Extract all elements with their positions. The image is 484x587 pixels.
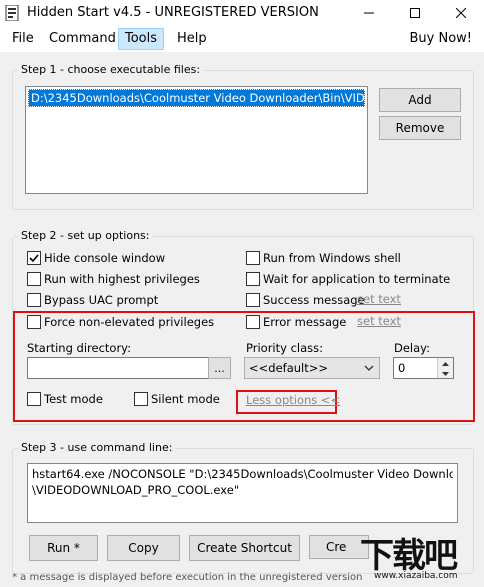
error-msg-checkbox[interactable]: [246, 315, 260, 329]
wait-app-option[interactable]: Wait for application to terminate: [246, 272, 450, 286]
command-line-text-1: hstart64.exe /NOCONSOLE "D:\2345Download…: [32, 467, 453, 481]
error-msg-label: Error message: [263, 315, 347, 329]
starting-dir-label: Starting directory:: [27, 341, 132, 355]
file-list[interactable]: D:\2345Downloads\Coolmuster Video Downlo…: [25, 86, 368, 194]
success-msg-option[interactable]: Success message: [246, 293, 365, 307]
remove-button[interactable]: Remove: [379, 116, 461, 140]
copy-button[interactable]: Copy: [107, 535, 180, 561]
success-set-text-link[interactable]: set text: [357, 292, 401, 306]
priority-value: <<default>>: [249, 361, 329, 375]
minimize-button[interactable]: [346, 0, 392, 26]
watermark-text: 下载吧: [360, 536, 458, 576]
footer-note: * a message is displayed before executio…: [12, 572, 363, 583]
less-options-link[interactable]: Less options <<: [246, 393, 340, 407]
delay-spinner[interactable]: 0: [393, 357, 454, 379]
menu-tools[interactable]: Tools: [118, 28, 165, 50]
silent-mode-checkbox[interactable]: [134, 392, 148, 406]
maximize-icon: [410, 8, 420, 18]
close-button[interactable]: [438, 0, 484, 26]
title-bar: Hidden Start v4.5 - UNREGISTERED VERSION: [0, 0, 484, 26]
highest-priv-checkbox[interactable]: [27, 272, 41, 286]
delay-value: 0: [398, 361, 406, 375]
minimize-icon: [364, 12, 374, 14]
starting-dir-input[interactable]: [27, 357, 209, 379]
hide-console-checkbox[interactable]: [27, 251, 41, 265]
bypass-uac-label: Bypass UAC prompt: [44, 293, 159, 307]
maximize-button[interactable]: [392, 0, 438, 26]
buy-now-link[interactable]: Buy Now!: [409, 29, 472, 49]
spin-down-button[interactable]: [437, 368, 453, 378]
step3-label: Step 3 - use command line:: [18, 441, 176, 454]
force-nonelev-option[interactable]: Force non-elevated privileges: [27, 315, 214, 329]
app-icon: [5, 5, 19, 21]
run-button[interactable]: Run *: [29, 535, 98, 561]
run-shell-option[interactable]: Run from Windows shell: [246, 251, 401, 265]
bypass-uac-checkbox[interactable]: [27, 293, 41, 307]
highest-priv-label: Run with highest privileges: [44, 272, 200, 286]
create-shortcut-button[interactable]: Create Shortcut: [189, 535, 300, 561]
test-mode-option[interactable]: Test mode: [27, 392, 103, 406]
menu-command[interactable]: Command: [43, 29, 122, 49]
spin-up-button[interactable]: [437, 358, 453, 368]
run-shell-label: Run from Windows shell: [263, 251, 401, 265]
check-icon: [29, 254, 39, 263]
command-line-box[interactable]: hstart64.exe /NOCONSOLE "D:\2345Download…: [27, 463, 458, 523]
close-icon: [456, 8, 466, 18]
step1-label: Step 1 - choose executable files:: [18, 63, 204, 76]
priority-select[interactable]: <<default>>: [244, 357, 380, 379]
wait-app-checkbox[interactable]: [246, 272, 260, 286]
menu-bar: File Command Tools Help Buy Now!: [0, 26, 484, 52]
success-msg-checkbox[interactable]: [246, 293, 260, 307]
hide-console-option[interactable]: Hide console window: [27, 251, 165, 265]
silent-mode-label: Silent mode: [151, 392, 220, 406]
force-nonelev-checkbox[interactable]: [27, 315, 41, 329]
watermark-url: www.xiazaiba.com: [374, 571, 458, 581]
error-msg-option[interactable]: Error message: [246, 315, 346, 329]
watermark-logo: 下载吧 www.xiazaiba.com: [360, 528, 478, 584]
silent-mode-option[interactable]: Silent mode: [134, 392, 220, 406]
command-line-text-2: \VIDEODOWNLOAD_PRO_COOL.exe": [32, 483, 240, 497]
hide-console-label: Hide console window: [44, 251, 166, 265]
highest-priv-option[interactable]: Run with highest privileges: [27, 272, 200, 286]
wait-app-label: Wait for application to terminate: [263, 272, 451, 286]
run-shell-checkbox[interactable]: [246, 251, 260, 265]
bypass-uac-option[interactable]: Bypass UAC prompt: [27, 293, 158, 307]
success-msg-label: Success message: [263, 293, 365, 307]
priority-label: Priority class:: [246, 341, 324, 355]
chevron-down-icon: [364, 365, 374, 371]
test-mode-label: Test mode: [44, 392, 103, 406]
step2-label: Step 2 - set up options:: [18, 229, 153, 242]
browse-button[interactable]: ...: [208, 357, 231, 379]
test-mode-checkbox[interactable]: [27, 392, 41, 406]
window-title: Hidden Start v4.5 - UNREGISTERED VERSION: [27, 5, 319, 20]
spin-down-icon: [442, 372, 449, 376]
error-set-text-link[interactable]: set text: [357, 314, 401, 328]
force-nonelev-label: Force non-elevated privileges: [44, 315, 215, 329]
add-button[interactable]: Add: [379, 88, 461, 112]
menu-file[interactable]: File: [6, 29, 40, 49]
list-item[interactable]: D:\2345Downloads\Coolmuster Video Downlo…: [28, 89, 365, 107]
menu-help[interactable]: Help: [171, 29, 213, 49]
delay-label: Delay:: [394, 341, 431, 355]
